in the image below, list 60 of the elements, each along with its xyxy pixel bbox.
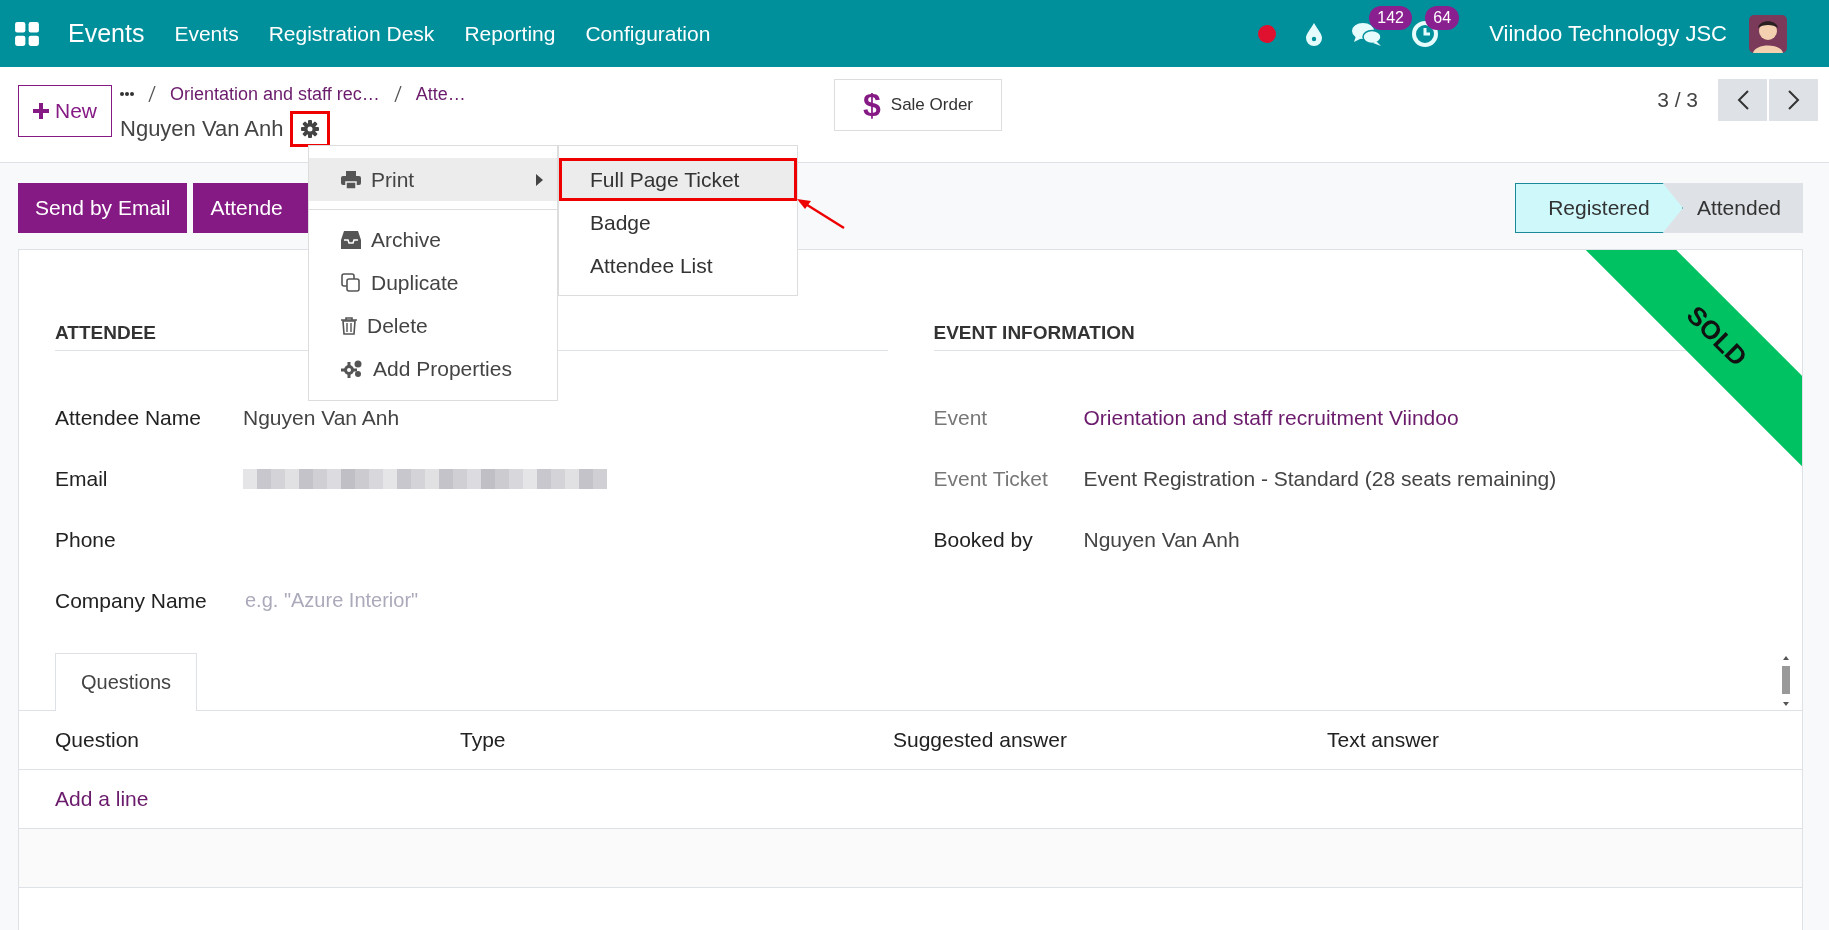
chevron-right-icon — [1786, 89, 1801, 111]
record-title: Nguyen Van Anh — [120, 116, 284, 142]
scrollbar-drawing[interactable] — [1780, 654, 1792, 708]
breadcrumb-separator-icon — [393, 86, 402, 102]
sale-order-button[interactable]: $ Sale Order — [834, 79, 1002, 131]
field-value[interactable]: Nguyen Van Anh — [243, 405, 400, 430]
nav-menu-item[interactable]: Configuration — [585, 21, 711, 46]
previous-button[interactable] — [1718, 79, 1767, 121]
field-label: Event Ticket — [933, 466, 1049, 491]
menu-item[interactable]: Duplicate — [309, 261, 557, 304]
field-label: Company Name — [55, 588, 208, 613]
next-button[interactable] — [1769, 79, 1818, 121]
breadcrumb-separator-icon — [148, 86, 156, 102]
field-label: Event — [933, 405, 989, 430]
status-dot-icon[interactable] — [1257, 23, 1278, 44]
drop-icon[interactable] — [1305, 21, 1324, 46]
company-name[interactable]: Viindoo Technology JSC — [1489, 20, 1727, 47]
submenu-item[interactable]: Full Page Ticket — [559, 158, 797, 201]
avatar-icon[interactable] — [1749, 14, 1787, 53]
menu-item[interactable]: Print — [309, 158, 557, 201]
gears-icon — [341, 358, 363, 379]
nav-menu-item[interactable]: Reporting — [464, 21, 556, 46]
nav-menu-item[interactable]: Events — [174, 21, 239, 46]
field-label: Phone — [55, 527, 117, 552]
field-label: Email — [55, 466, 109, 491]
column-header[interactable]: Suggested answer — [893, 728, 1327, 752]
breadcrumb-link[interactable]: Orientation and staff rec… — [170, 83, 380, 105]
pager-value[interactable]: 3 / 3 — [1657, 88, 1698, 112]
chevron-left-icon — [1735, 89, 1750, 111]
field-value: Nguyen Van Anh — [1083, 527, 1240, 552]
trash-icon — [341, 316, 357, 335]
notebook-tab[interactable]: Questions — [55, 653, 198, 711]
field-label: Attendee Name — [55, 405, 202, 430]
app-name[interactable]: Events — [68, 19, 145, 48]
pointer-arrow — [796, 198, 846, 230]
submenu-item[interactable]: Attendee List — [559, 244, 797, 287]
add-line-link[interactable]: Add a line — [55, 787, 149, 811]
copy-icon — [341, 272, 361, 293]
plus-icon — [33, 103, 49, 119]
activity-count-badge: 64 — [1425, 5, 1460, 30]
column-header[interactable]: Text answer — [1327, 728, 1802, 752]
inbox-icon — [341, 230, 361, 249]
print-icon — [341, 170, 361, 189]
breadcrumb-link[interactable]: Atte… — [415, 83, 466, 105]
column-header[interactable]: Question — [55, 728, 460, 752]
submenu-item[interactable]: Badge — [559, 201, 797, 244]
field-value: Event Registration - Standard (28 seats remaining) — [1083, 466, 1557, 491]
message-count-badge: 142 — [1369, 5, 1412, 30]
header-action-button[interactable]: Send by Email — [18, 183, 188, 233]
settings-icon — [299, 119, 320, 139]
new-button[interactable]: New — [18, 85, 112, 137]
status-stage[interactable]: Attended — [1662, 183, 1803, 233]
column-header[interactable]: Type — [460, 728, 893, 752]
nav-menu-item[interactable]: Registration Desk — [268, 21, 435, 46]
field-label: Booked by — [933, 527, 1034, 552]
apps-grid-icon[interactable] — [14, 20, 40, 47]
caret-icon — [536, 173, 543, 186]
status-stage[interactable]: Registered — [1514, 183, 1683, 233]
ellipsis-icon[interactable] — [120, 92, 134, 96]
dollar-icon: $ — [863, 86, 881, 124]
